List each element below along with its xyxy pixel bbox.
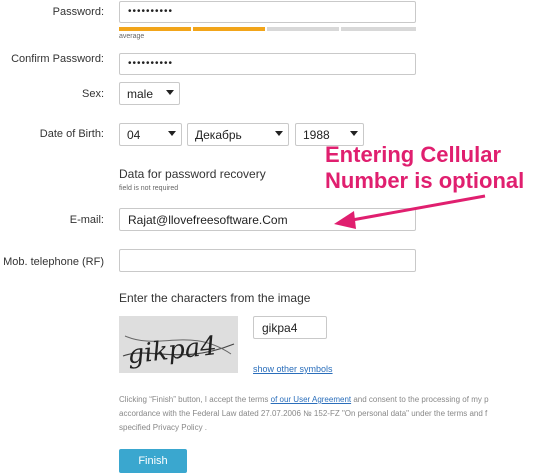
- captcha-image: gikpa4: [119, 316, 238, 373]
- legal-line-3: specified Privacy Policy .: [119, 423, 208, 432]
- confirm-password-label: Confirm Password:: [11, 53, 104, 65]
- dob-label: Date of Birth:: [39, 128, 104, 140]
- mobile-field[interactable]: [119, 249, 416, 272]
- captcha-input[interactable]: gikpa4: [253, 316, 327, 339]
- dob-day-select[interactable]: 04: [119, 123, 182, 146]
- strength-segment-4: [341, 27, 416, 31]
- email-field[interactable]: Rajat@llovefreesoftware.Com: [119, 208, 416, 231]
- sex-select[interactable]: male: [119, 82, 180, 105]
- password-label: Password:: [52, 6, 104, 18]
- captcha-image-text: gikpa4: [126, 331, 218, 370]
- annotation-text: Entering Cellular Number is optional: [325, 142, 524, 194]
- chevron-down-icon: [166, 90, 174, 95]
- password-field[interactable]: ••••••••••: [119, 1, 416, 23]
- confirm-password-field[interactable]: ••••••••••: [119, 53, 416, 75]
- legal-line-1-after: and consent to the processing of my p: [351, 395, 489, 404]
- legal-line-1-before: Clicking “Finish” button, I accept the t…: [119, 395, 271, 404]
- dob-month-value: Декабрь: [195, 128, 242, 142]
- recovery-title: Data for password recovery: [119, 167, 266, 181]
- mobile-label: Mob. telephone (RF): [3, 256, 104, 268]
- email-label: E-mail:: [69, 214, 104, 226]
- strength-segment-3: [267, 27, 339, 31]
- chevron-down-icon: [350, 131, 358, 136]
- chevron-down-icon: [168, 131, 176, 136]
- annotation-line-1: Entering Cellular: [325, 142, 502, 167]
- dob-month-select[interactable]: Декабрь: [187, 123, 289, 146]
- recovery-note: field is not required: [119, 185, 179, 192]
- chevron-down-icon: [275, 131, 283, 136]
- legal-line-2: accordance with the Federal Law dated 27…: [119, 409, 488, 418]
- sex-label: Sex:: [81, 88, 104, 100]
- captcha-title: Enter the characters from the image: [119, 291, 311, 305]
- captcha-graphic: gikpa4: [122, 331, 235, 370]
- legal-line-1: Clicking “Finish” button, I accept the t…: [119, 392, 489, 407]
- strength-segment-2: [193, 27, 265, 31]
- strength-text: average: [119, 33, 145, 40]
- dob-day-value: 04: [127, 128, 141, 142]
- finish-button[interactable]: Finish: [119, 449, 187, 473]
- show-other-symbols-link[interactable]: show other symbols: [253, 364, 333, 374]
- strength-segment-1: [119, 27, 191, 31]
- annotation-line-2: Number is optional: [325, 168, 525, 193]
- dob-year-value: 1988: [303, 128, 330, 142]
- sex-value: male: [127, 87, 154, 101]
- user-agreement-link[interactable]: of our User Agreement: [271, 395, 351, 404]
